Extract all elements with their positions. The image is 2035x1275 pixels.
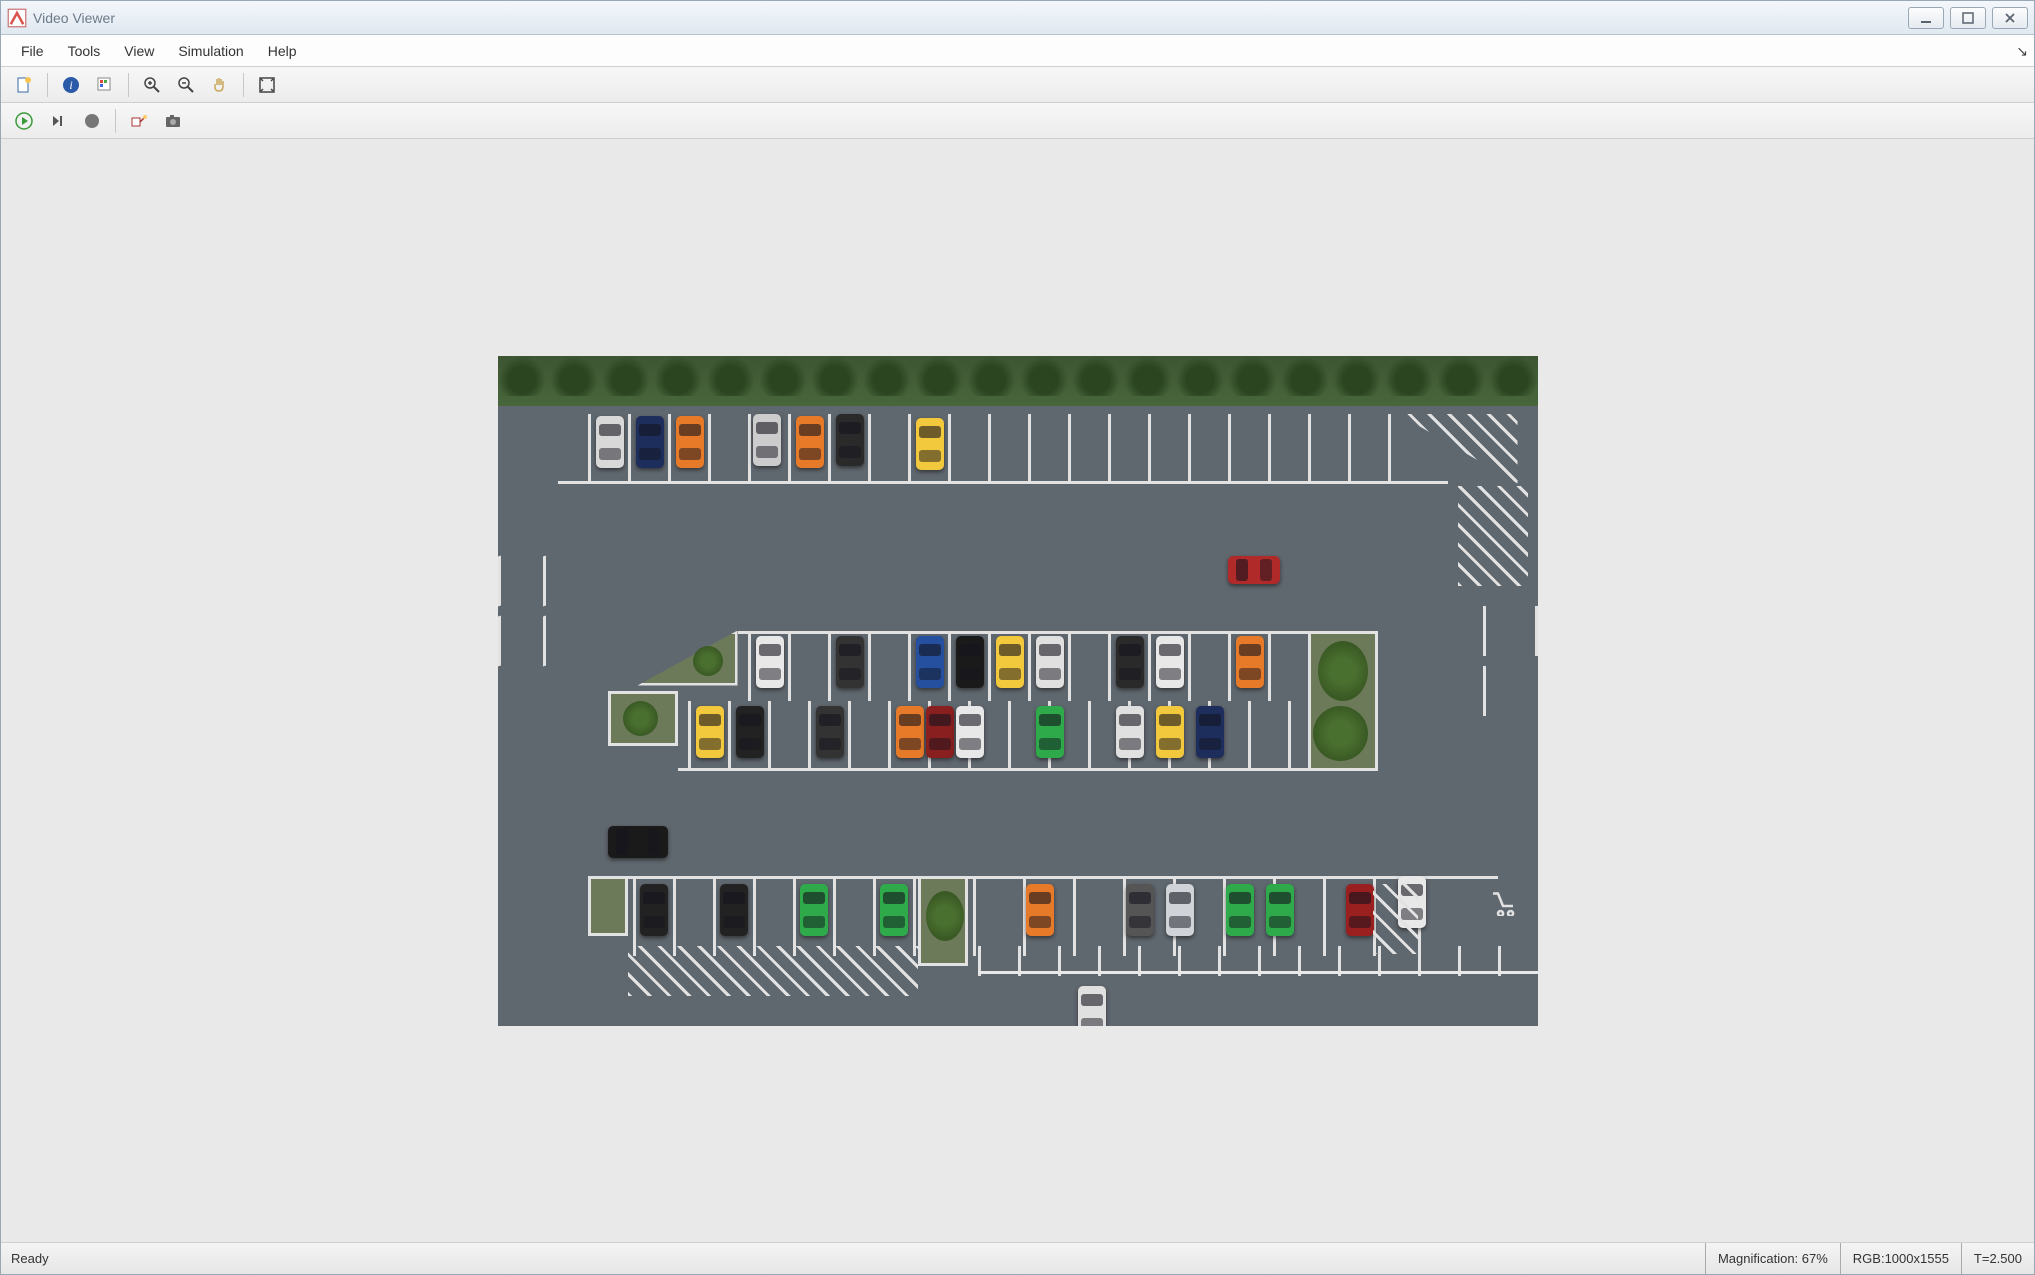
scene-car bbox=[1196, 706, 1224, 758]
new-button[interactable] bbox=[9, 71, 39, 99]
status-time: T=2.500 bbox=[1961, 1243, 2034, 1274]
scene-car bbox=[1126, 884, 1154, 936]
titlebar: Video Viewer bbox=[1, 1, 2034, 35]
scene-car bbox=[816, 706, 844, 758]
menu-tools[interactable]: Tools bbox=[56, 37, 113, 65]
app-icon bbox=[7, 8, 27, 28]
menu-file[interactable]: File bbox=[9, 37, 56, 65]
zoom-in-button[interactable] bbox=[137, 71, 167, 99]
scene-car bbox=[800, 884, 828, 936]
scene-car bbox=[926, 706, 954, 758]
maximize-button[interactable] bbox=[1950, 7, 1986, 29]
stop-button[interactable] bbox=[77, 107, 107, 135]
scene-car bbox=[956, 636, 984, 688]
scene-car bbox=[640, 884, 668, 936]
scene-car bbox=[1156, 706, 1184, 758]
scene-car bbox=[1116, 636, 1144, 688]
toolbar-playback bbox=[1, 103, 2034, 139]
scene-hatched-zone bbox=[1373, 884, 1418, 954]
toolbar-main: i bbox=[1, 67, 2034, 103]
minimize-button[interactable] bbox=[1908, 7, 1944, 29]
canvas-area[interactable] bbox=[1, 139, 2034, 1242]
scene-car bbox=[896, 706, 924, 758]
svg-text:i: i bbox=[69, 78, 72, 92]
statusbar: Ready Magnification: 67% RGB:1000x1555 T… bbox=[1, 1242, 2034, 1274]
parking-row-left bbox=[498, 556, 1538, 606]
scene-car bbox=[1236, 636, 1264, 688]
scene-car bbox=[1036, 706, 1064, 758]
scene-car bbox=[756, 636, 784, 688]
fit-to-view-button[interactable] bbox=[252, 71, 282, 99]
scene-car bbox=[676, 416, 704, 468]
scene-car bbox=[596, 416, 624, 468]
window-controls bbox=[1908, 7, 2028, 29]
info-button[interactable]: i bbox=[56, 71, 86, 99]
zoom-out-button[interactable] bbox=[171, 71, 201, 99]
scene-bush bbox=[1318, 641, 1368, 701]
cart-return-icon bbox=[1488, 886, 1518, 916]
pixel-info-button[interactable] bbox=[90, 71, 120, 99]
window-title: Video Viewer bbox=[33, 10, 1908, 26]
scene-car bbox=[1266, 884, 1294, 936]
menu-help[interactable]: Help bbox=[256, 37, 309, 65]
menu-simulation[interactable]: Simulation bbox=[166, 37, 255, 65]
scene-car bbox=[836, 414, 864, 466]
status-ready: Ready bbox=[1, 1251, 1705, 1266]
toolbar-separator bbox=[115, 109, 116, 133]
menubar-resize-grip-icon: ↘ bbox=[2016, 43, 2028, 60]
scene-bush bbox=[1313, 706, 1368, 761]
snapshot-button[interactable] bbox=[158, 107, 188, 135]
toolbar-separator bbox=[243, 73, 244, 97]
scene-car bbox=[996, 636, 1024, 688]
scene-car bbox=[636, 416, 664, 468]
scene-car bbox=[916, 418, 944, 470]
scene-car bbox=[720, 884, 748, 936]
scene-car bbox=[696, 706, 724, 758]
scene-car bbox=[796, 416, 824, 468]
close-button[interactable] bbox=[1992, 7, 2028, 29]
scene-car bbox=[1156, 636, 1184, 688]
scene-car bbox=[1346, 884, 1374, 936]
step-forward-button[interactable] bbox=[43, 107, 73, 135]
status-rgb-dimensions: RGB:1000x1555 bbox=[1840, 1243, 1961, 1274]
scene-car bbox=[1116, 706, 1144, 758]
toolbar-separator bbox=[47, 73, 48, 97]
scene-trees bbox=[498, 356, 1538, 396]
scene-car bbox=[1036, 636, 1064, 688]
scene-car bbox=[916, 636, 944, 688]
parking-row-middle-bot bbox=[498, 701, 1538, 771]
scene-car bbox=[1226, 884, 1254, 936]
scene-car bbox=[956, 706, 984, 758]
scene-car bbox=[736, 706, 764, 758]
scene-asphalt bbox=[498, 406, 1538, 1026]
highlight-block-button[interactable] bbox=[124, 107, 154, 135]
scene-car bbox=[1026, 884, 1054, 936]
video-frame bbox=[498, 356, 1538, 1026]
scene-car bbox=[1166, 884, 1194, 936]
video-viewer-window: Video Viewer File Tools View Simulation … bbox=[0, 0, 2035, 1275]
pan-button[interactable] bbox=[205, 71, 235, 99]
scene-car bbox=[608, 826, 668, 858]
menu-view[interactable]: View bbox=[112, 37, 166, 65]
play-button[interactable] bbox=[9, 107, 39, 135]
scene-line bbox=[978, 971, 1538, 974]
status-magnification: Magnification: 67% bbox=[1705, 1243, 1840, 1274]
scene-car bbox=[1078, 986, 1106, 1026]
scene-car bbox=[836, 636, 864, 688]
menubar: File Tools View Simulation Help ↘ bbox=[1, 35, 2034, 67]
scene-hatched-zone bbox=[628, 946, 918, 996]
scene-car bbox=[753, 414, 781, 466]
scene-car bbox=[880, 884, 908, 936]
toolbar-separator bbox=[128, 73, 129, 97]
